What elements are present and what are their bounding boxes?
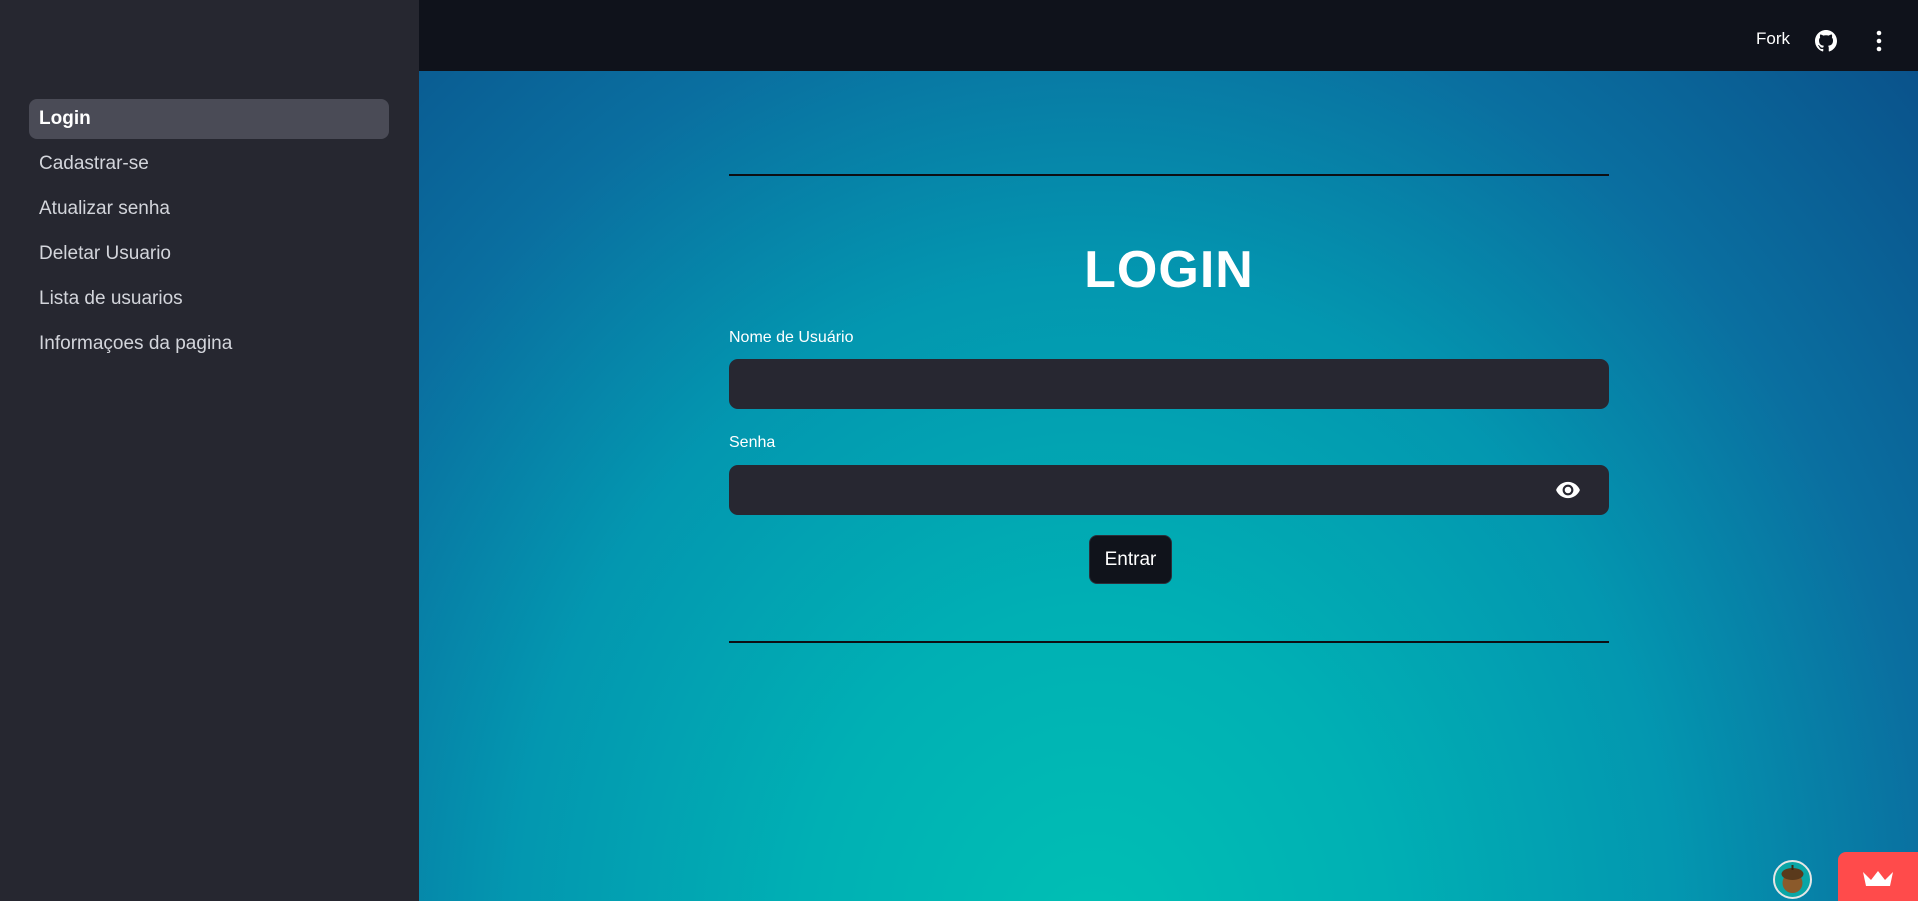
page-title: LOGIN: [1084, 241, 1254, 299]
avatar[interactable]: [1773, 860, 1812, 899]
sidebar-item-label: Atualizar senha: [39, 198, 170, 219]
sidebar-item-informacoes[interactable]: Informaçoes da pagina: [29, 324, 389, 364]
github-icon[interactable]: [1815, 30, 1837, 52]
submit-button[interactable]: Entrar: [1089, 535, 1172, 584]
fork-link[interactable]: Fork: [1756, 29, 1790, 49]
divider-bottom: [729, 641, 1609, 643]
username-label: Nome de Usuário: [729, 329, 854, 346]
divider-top: [729, 174, 1609, 176]
main-content: Fork LOGIN Nome de Usuário Senha Entrar: [419, 0, 1918, 901]
sidebar-item-lista-usuarios[interactable]: Lista de usuarios: [29, 279, 389, 319]
sidebar-item-cadastrar[interactable]: Cadastrar-se: [29, 144, 389, 184]
username-input[interactable]: [729, 359, 1609, 409]
sidebar-item-atualizar-senha[interactable]: Atualizar senha: [29, 189, 389, 229]
sidebar-item-label: Login: [39, 108, 91, 129]
sidebar-item-label: Lista de usuarios: [39, 288, 183, 309]
sidebar-item-label: Deletar Usuario: [39, 243, 171, 264]
sidebar-item-deletar-usuario[interactable]: Deletar Usuario: [29, 234, 389, 274]
top-bar: Fork: [419, 0, 1918, 71]
more-vertical-icon[interactable]: [1876, 30, 1882, 52]
avatar-icon: [1781, 865, 1804, 893]
eye-icon[interactable]: [1555, 477, 1581, 503]
sidebar: Login Cadastrar-se Atualizar senha Delet…: [0, 0, 419, 901]
sidebar-nav: Login Cadastrar-se Atualizar senha Delet…: [29, 99, 389, 369]
crown-icon: [1863, 871, 1893, 886]
streamlit-badge[interactable]: [1838, 852, 1918, 901]
sidebar-item-label: Informaçoes da pagina: [39, 333, 233, 354]
sidebar-item-login[interactable]: Login: [29, 99, 389, 139]
password-label: Senha: [729, 434, 776, 451]
password-input[interactable]: [729, 465, 1609, 515]
sidebar-item-label: Cadastrar-se: [39, 153, 149, 174]
